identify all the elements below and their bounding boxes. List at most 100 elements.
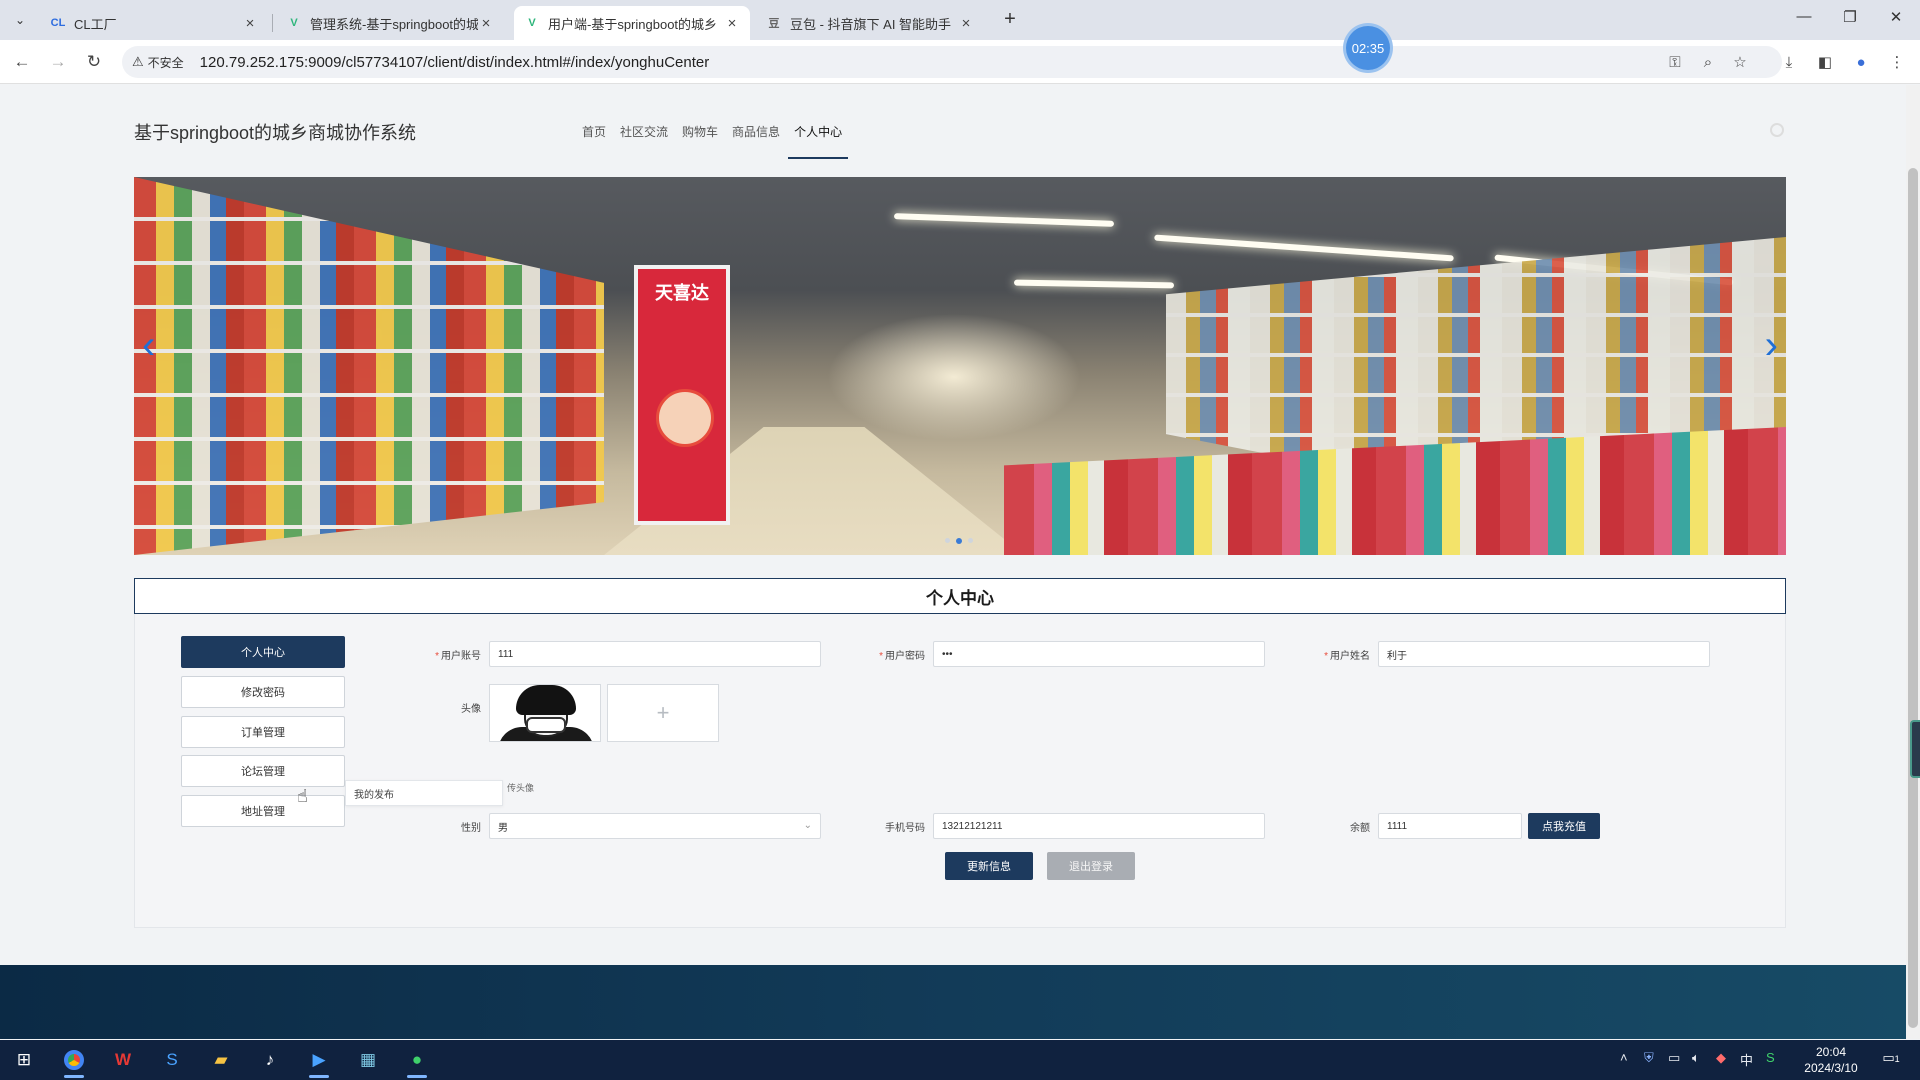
- security-shield-icon[interactable]: ⛨: [1644, 1050, 1654, 1066]
- avatar-image[interactable]: [489, 684, 601, 742]
- promo-sign-text: 天喜达: [655, 283, 709, 303]
- tab-title: 用户端-基于springboot的城乡: [548, 16, 718, 32]
- tray-app-icon[interactable]: ◆: [1716, 1050, 1726, 1066]
- sidebar-item-forum[interactable]: 论坛管理: [181, 755, 345, 787]
- nav-cart[interactable]: 购物车: [682, 123, 718, 159]
- tab-list-chevron-icon[interactable]: ⌄: [8, 8, 32, 32]
- clock-date: 2024/3/10: [1804, 1061, 1858, 1075]
- carousel-prev-arrow-icon[interactable]: ‹: [142, 325, 155, 365]
- chevron-down-icon: ⌄: [803, 820, 812, 831]
- forum-submenu-my-posts[interactable]: 我的发布: [345, 780, 503, 806]
- browser-menu-kebab-icon[interactable]: ⋮: [1886, 52, 1908, 74]
- name-input[interactable]: 利于: [1378, 641, 1710, 667]
- minimize-window-icon[interactable]: —: [1784, 8, 1824, 32]
- carousel-dot[interactable]: [968, 538, 973, 543]
- volume-icon[interactable]: 🔈︎: [1692, 1050, 1700, 1066]
- close-window-icon[interactable]: ✕: [1876, 8, 1916, 32]
- balance-input[interactable]: 1111: [1378, 813, 1522, 839]
- carousel-next-arrow-icon[interactable]: ›: [1765, 325, 1778, 365]
- windows-taskbar: ⊞ W S ▰ ♪ ▶ ▦ ● ˄ ⛨ ▭ 🔈︎ ◆ 中 S 20:04 202…: [0, 1040, 1920, 1080]
- close-tab-icon[interactable]: ×: [724, 15, 740, 32]
- security-label: 不安全: [147, 55, 184, 70]
- password-key-icon[interactable]: ⚿: [1664, 52, 1686, 74]
- site-title[interactable]: 基于springboot的城乡商城协作系统: [134, 119, 416, 145]
- gender-select[interactable]: 男 ⌄: [489, 813, 821, 839]
- tray-expand-chevron-icon[interactable]: ˄: [1620, 1050, 1628, 1065]
- close-tab-icon[interactable]: ×: [242, 15, 258, 32]
- nav-user-center[interactable]: 个人中心: [788, 123, 849, 159]
- password-input[interactable]: •••: [933, 641, 1265, 667]
- nav-community[interactable]: 社区交流: [620, 123, 668, 159]
- url-text[interactable]: 120.79.252.175:9009/cl57734107/client/di…: [194, 54, 710, 71]
- mascot-face: [656, 389, 714, 447]
- tray-green-app-icon[interactable]: S: [1766, 1050, 1775, 1065]
- download-icon[interactable]: ⤓: [1778, 52, 1800, 74]
- side-panel-icon[interactable]: ◧: [1814, 52, 1836, 74]
- ime-indicator[interactable]: 中: [1740, 1050, 1753, 1069]
- sidebar-item-user-center[interactable]: 个人中心: [181, 636, 345, 668]
- snack-bins: [1004, 427, 1786, 555]
- wechat-app-icon[interactable]: ●: [401, 1046, 433, 1078]
- browser-tab-admin[interactable]: V 管理系统-基于springboot的城 ×: [276, 6, 504, 40]
- carousel-dot[interactable]: [945, 538, 950, 543]
- browser-tab-doubao[interactable]: 豆 豆包 - 抖音旗下 AI 智能助手 ×: [756, 6, 984, 40]
- side-drawer-handle[interactable]: [1910, 720, 1920, 778]
- close-tab-icon[interactable]: ×: [958, 15, 974, 32]
- wps-app-icon[interactable]: W: [107, 1046, 139, 1074]
- sogou-app-icon[interactable]: S: [156, 1046, 188, 1074]
- bookmark-star-icon[interactable]: ☆: [1729, 52, 1751, 74]
- floating-timer-badge[interactable]: 02:35: [1346, 26, 1390, 70]
- network-icon[interactable]: ▭: [1668, 1050, 1680, 1066]
- vue-favicon-icon: V: [290, 17, 298, 29]
- account-input[interactable]: 111: [489, 641, 821, 667]
- file-explorer-icon[interactable]: ▰: [205, 1046, 237, 1074]
- sidebar-item-change-password[interactable]: 修改密码: [181, 676, 345, 708]
- store-app-icon[interactable]: ▦: [352, 1046, 384, 1074]
- upload-tip-text: 传头像: [507, 783, 535, 793]
- carousel-dot-active[interactable]: [956, 537, 962, 544]
- logout-button[interactable]: 退出登录: [1047, 852, 1135, 880]
- update-info-button[interactable]: 更新信息: [945, 852, 1033, 880]
- phone-input[interactable]: 13212121211: [933, 813, 1265, 839]
- sidebar-item-address[interactable]: 地址管理: [181, 795, 345, 827]
- profile-avatar-icon[interactable]: ●: [1850, 52, 1872, 74]
- site-footer: [0, 965, 1906, 1039]
- close-tab-icon[interactable]: ×: [478, 15, 494, 32]
- nav-products[interactable]: 商品信息: [732, 123, 780, 159]
- system-clock[interactable]: 20:04 2024/3/10: [1796, 1044, 1866, 1076]
- browser-tab-bar: ⌄ CL CL工厂 × V 管理系统-基于springboot的城 × V 用户…: [0, 0, 1920, 40]
- notification-center-icon[interactable]: ▭1: [1880, 1050, 1902, 1070]
- omnibox[interactable]: ⚠ 不安全 120.79.252.175:9009/cl57734107/cli…: [122, 46, 1782, 78]
- supermarket-banner-image: 天喜达: [134, 177, 1786, 555]
- recharge-button[interactable]: 点我充值: [1528, 813, 1600, 839]
- ceiling-light: [893, 213, 1115, 227]
- restore-window-icon[interactable]: ❐: [1830, 8, 1870, 32]
- windows-start-icon[interactable]: ⊞: [8, 1046, 40, 1074]
- clock-time: 20:04: [1815, 1045, 1847, 1059]
- nav-home[interactable]: 首页: [582, 123, 606, 159]
- browser-tab-cl[interactable]: CL CL工厂 ×: [40, 6, 268, 40]
- avatar-hair: [516, 685, 576, 715]
- back-arrow-icon[interactable]: ←: [10, 50, 34, 74]
- reload-icon[interactable]: ↻: [82, 50, 106, 74]
- tiktok-app-icon[interactable]: ♪: [254, 1046, 286, 1074]
- new-tab-plus-icon[interactable]: +: [996, 8, 1024, 32]
- page-scrollbar-thumb[interactable]: [1908, 168, 1918, 1028]
- browser-tab-client[interactable]: V 用户端-基于springboot的城乡 ×: [514, 6, 750, 40]
- player-app-icon[interactable]: ▶: [303, 1046, 335, 1078]
- tab-title: CL工厂: [74, 16, 117, 32]
- web-page: 基于springboot的城乡商城协作系统 首页 社区交流 购物车 商品信息 个…: [0, 85, 1906, 1039]
- forward-arrow-icon[interactable]: →: [46, 50, 70, 74]
- security-indicator[interactable]: ⚠ 不安全: [132, 54, 194, 71]
- avatar-upload-plus-button[interactable]: +: [607, 684, 719, 742]
- zoom-magnifier-icon[interactable]: ⌕: [1697, 52, 1719, 74]
- chrome-app-icon[interactable]: [58, 1046, 90, 1078]
- section-title: 个人中心: [134, 578, 1786, 614]
- sidebar-item-orders[interactable]: 订单管理: [181, 716, 345, 748]
- banner-carousel[interactable]: 天喜达 ‹ ›: [134, 177, 1786, 555]
- gender-value: 男: [498, 822, 508, 834]
- phone-label: 手机号码: [885, 823, 925, 834]
- name-label: * 用户姓名: [1324, 651, 1370, 662]
- password-label: * 用户密码: [879, 651, 925, 662]
- promo-stand: 天喜达: [634, 265, 730, 525]
